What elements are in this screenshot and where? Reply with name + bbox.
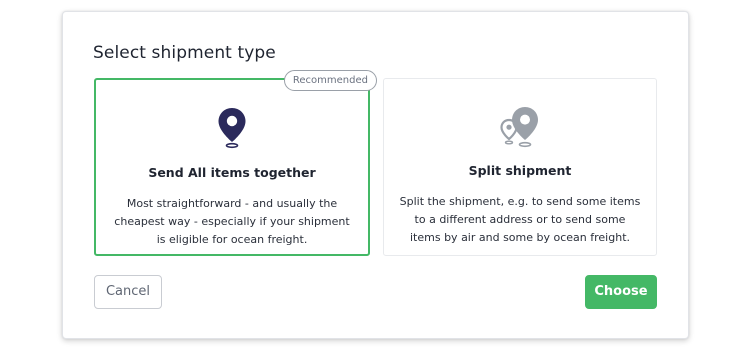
location-pin-icon (96, 107, 368, 149)
shipment-type-dialog: Select shipment type Recommended Send Al… (62, 11, 689, 339)
option-title: Split shipment (468, 163, 572, 178)
option-description: Most straightforward - and usually the c… (114, 197, 350, 246)
dialog-title: Select shipment type (93, 43, 276, 63)
recommended-badge: Recommended (283, 70, 377, 91)
option-description: Split the shipment, e.g. to send some it… (399, 195, 641, 244)
option-title: Send All items together (148, 165, 316, 180)
option-split-shipment[interactable]: Split shipment Split the shipment, e.g. … (383, 78, 657, 256)
choose-button[interactable]: Choose (585, 275, 657, 309)
option-send-all-together[interactable]: Recommended Send All items together Most… (94, 70, 377, 256)
split-location-pins-icon (384, 106, 656, 148)
cancel-button[interactable]: Cancel (94, 275, 162, 309)
